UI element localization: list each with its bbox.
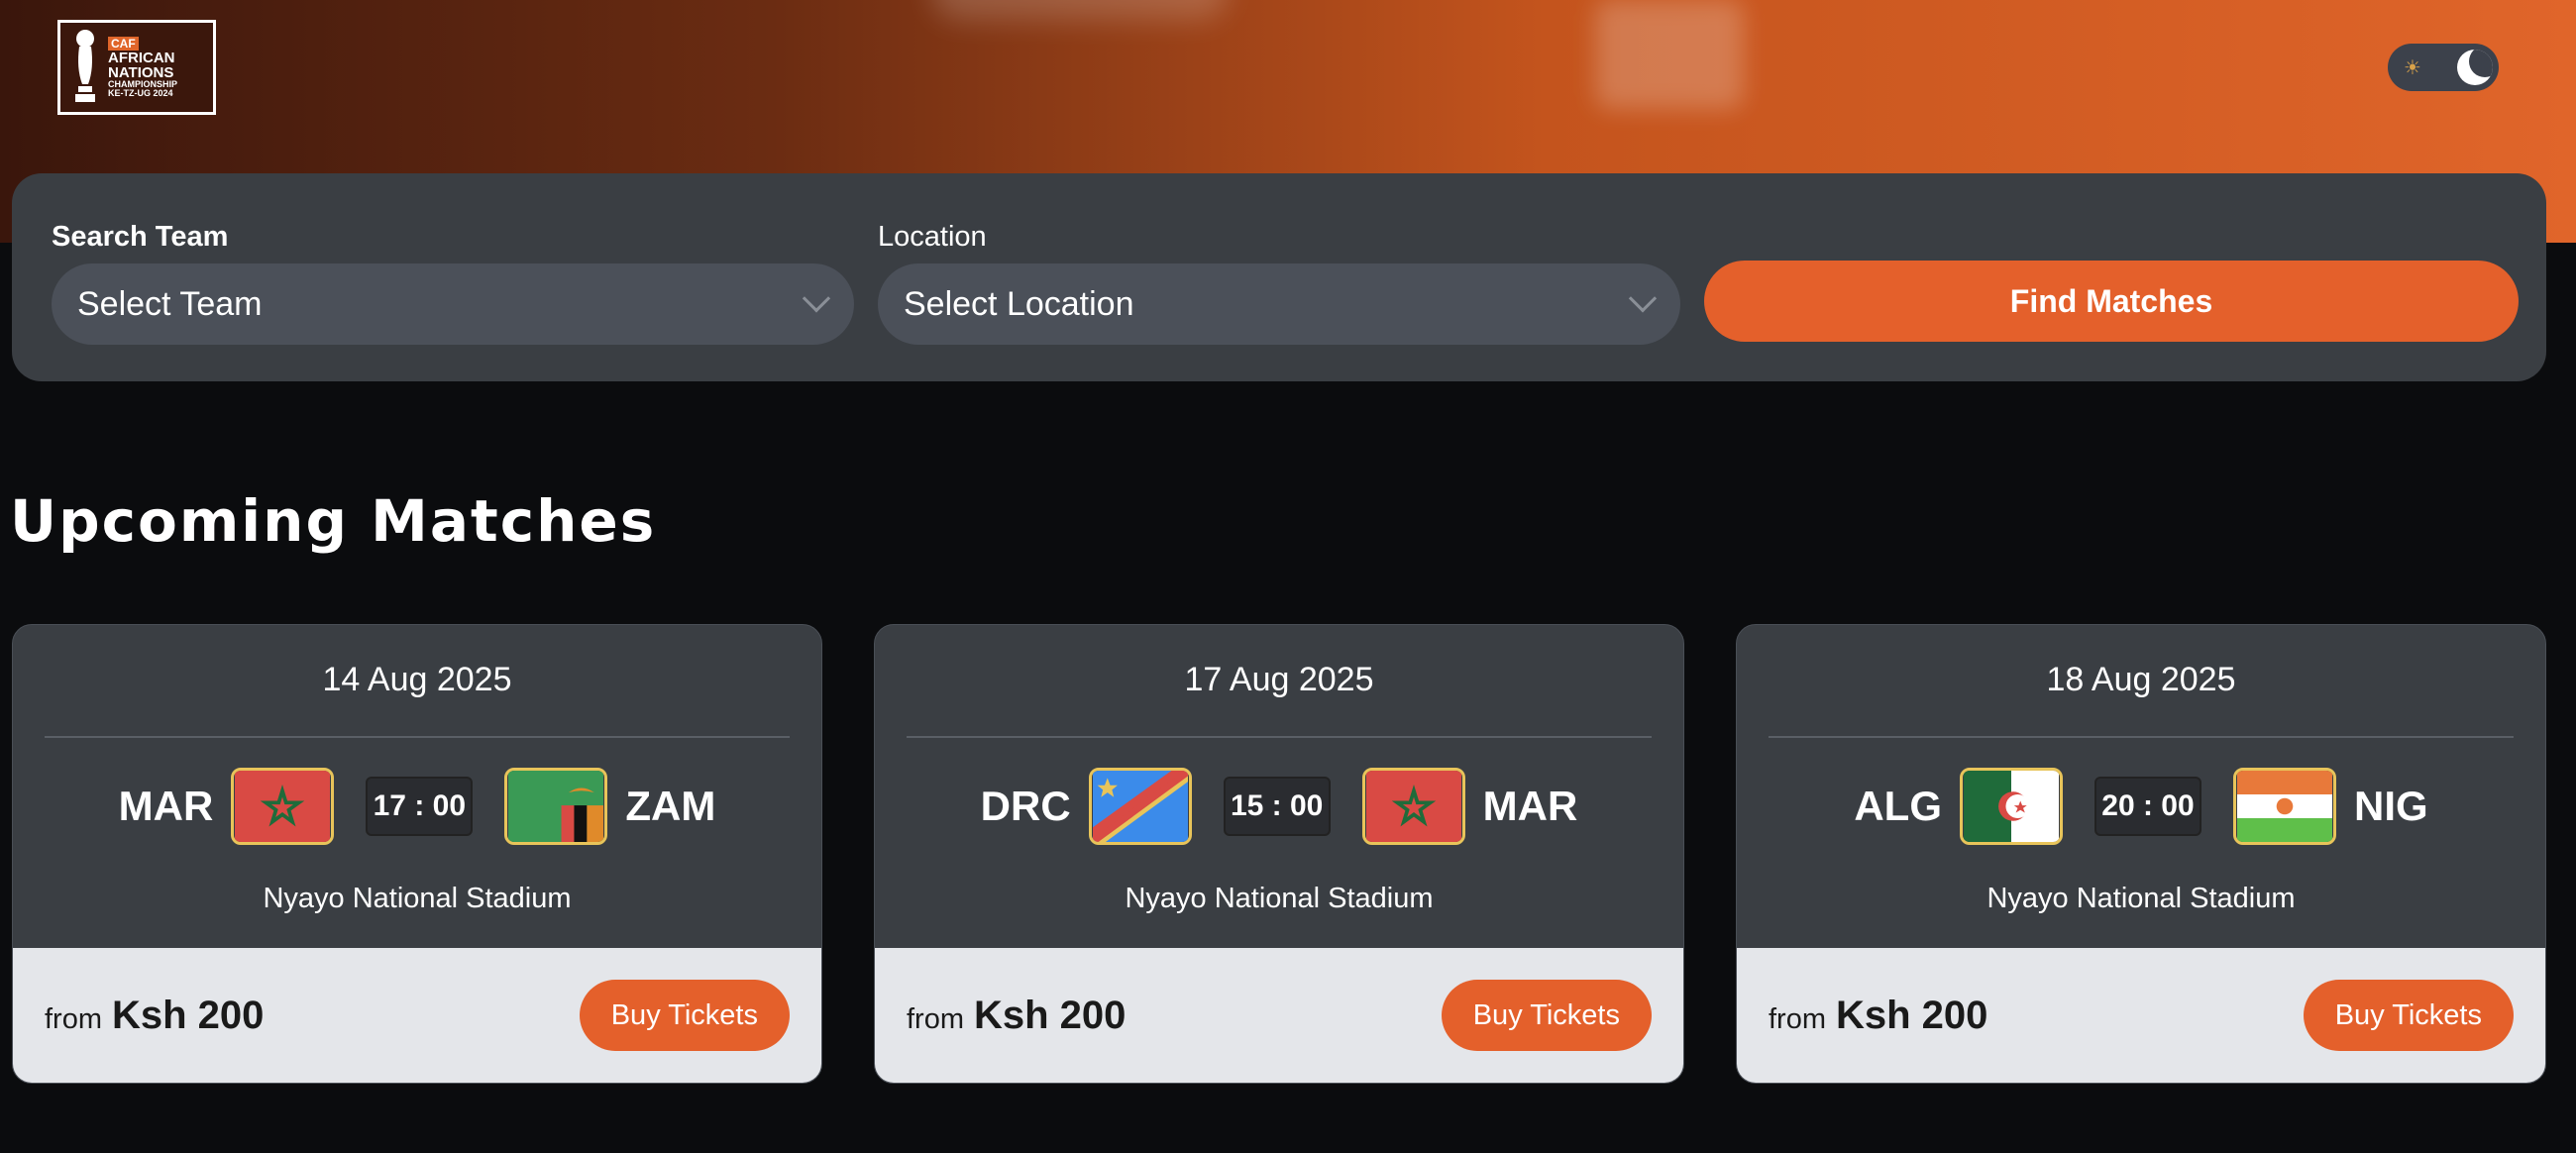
match-card: 18 Aug 2025 ALG 20 : 00 NIG Nyayo Nation… xyxy=(1736,624,2546,1084)
away-team: MAR xyxy=(1482,783,1578,829)
morocco-flag-icon xyxy=(1361,768,1465,845)
trophy-icon xyxy=(75,30,95,102)
chevron-down-icon xyxy=(802,284,831,313)
algeria-flag-icon xyxy=(1959,768,2063,845)
logo-line: AFRICAN xyxy=(108,50,175,66)
team-label: Search Team xyxy=(52,221,229,253)
niger-flag-icon xyxy=(2232,768,2336,845)
logo[interactable]: CAF AFRICAN NATIONS CHAMPIONSHIP KE-TZ-U… xyxy=(57,20,216,115)
home-team: MAR xyxy=(118,783,214,829)
find-matches-button[interactable]: Find Matches xyxy=(1704,261,2519,342)
logo-caf: CAF xyxy=(108,37,139,51)
away-team: NIG xyxy=(2353,783,2428,829)
price-prefix: from xyxy=(907,1002,964,1035)
match-card: 17 Aug 2025 DRC 15 : 00 MAR Nyayo Nation… xyxy=(874,624,1684,1084)
zambia-flag-icon xyxy=(504,768,608,845)
logo-text: CAF AFRICAN NATIONS CHAMPIONSHIP KE-TZ-U… xyxy=(108,37,177,98)
moon-icon xyxy=(2457,50,2493,85)
away-team: ZAM xyxy=(625,783,716,829)
divider xyxy=(1769,736,2514,738)
match-venue: Nyayo National Stadium xyxy=(1125,883,1434,914)
divider xyxy=(907,736,1652,738)
search-panel: Search Team Select Team Location Select … xyxy=(12,173,2546,381)
morocco-flag-icon xyxy=(231,768,335,845)
chevron-down-icon xyxy=(1628,284,1658,313)
buy-tickets-button[interactable]: Buy Tickets xyxy=(1441,980,1652,1051)
divider xyxy=(45,736,790,738)
match-row: DRC 15 : 00 MAR xyxy=(875,768,1683,845)
location-label: Location xyxy=(878,221,987,253)
card-footer: from Ksh 200 Buy Tickets xyxy=(13,948,821,1083)
match-time: 15 : 00 xyxy=(1223,777,1331,836)
home-team: DRC xyxy=(980,783,1071,829)
drc-flag-icon xyxy=(1088,768,1192,845)
card-footer: from Ksh 200 Buy Tickets xyxy=(1737,948,2545,1083)
price: from Ksh 200 xyxy=(1769,994,1987,1038)
match-row: ALG 20 : 00 NIG xyxy=(1737,768,2545,845)
match-date: 18 Aug 2025 xyxy=(2046,661,2236,698)
team-select-value: Select Team xyxy=(77,284,263,323)
team-field: Search Team Select Team xyxy=(52,221,854,345)
price-prefix: from xyxy=(45,1002,102,1035)
match-venue: Nyayo National Stadium xyxy=(263,883,572,914)
match-card: 14 Aug 2025 MAR 17 : 00 ZAM Nyayo Nation… xyxy=(12,624,822,1084)
card-footer: from Ksh 200 Buy Tickets xyxy=(875,948,1683,1083)
price-amount: Ksh 200 xyxy=(112,993,265,1037)
match-date: 17 Aug 2025 xyxy=(1184,661,1374,698)
sun-icon: ☀ xyxy=(2404,56,2421,79)
price-prefix: from xyxy=(1769,1002,1826,1035)
buy-tickets-button[interactable]: Buy Tickets xyxy=(2303,980,2514,1051)
hero-background-image xyxy=(1595,0,1744,109)
location-field: Location Select Location xyxy=(878,221,1680,345)
match-time: 17 : 00 xyxy=(366,777,474,836)
team-select[interactable]: Select Team xyxy=(52,263,854,345)
section-title: Upcoming Matches xyxy=(10,487,657,555)
location-select-value: Select Location xyxy=(904,284,1134,323)
home-team: ALG xyxy=(1854,783,1942,829)
hero-background-image xyxy=(931,0,1229,20)
price-amount: Ksh 200 xyxy=(974,993,1127,1037)
price: from Ksh 200 xyxy=(907,994,1126,1038)
logo-line: KE-TZ-UG 2024 xyxy=(108,88,173,98)
location-select[interactable]: Select Location xyxy=(878,263,1680,345)
match-time: 20 : 00 xyxy=(2093,777,2201,836)
match-row: MAR 17 : 00 ZAM xyxy=(13,768,821,845)
match-venue: Nyayo National Stadium xyxy=(1986,883,2296,914)
match-date: 14 Aug 2025 xyxy=(322,661,512,698)
theme-toggle[interactable]: ☀ xyxy=(2388,44,2499,91)
logo-line: NATIONS xyxy=(108,64,174,81)
price: from Ksh 200 xyxy=(45,994,264,1038)
price-amount: Ksh 200 xyxy=(1836,993,1988,1037)
buy-tickets-button[interactable]: Buy Tickets xyxy=(579,980,790,1051)
